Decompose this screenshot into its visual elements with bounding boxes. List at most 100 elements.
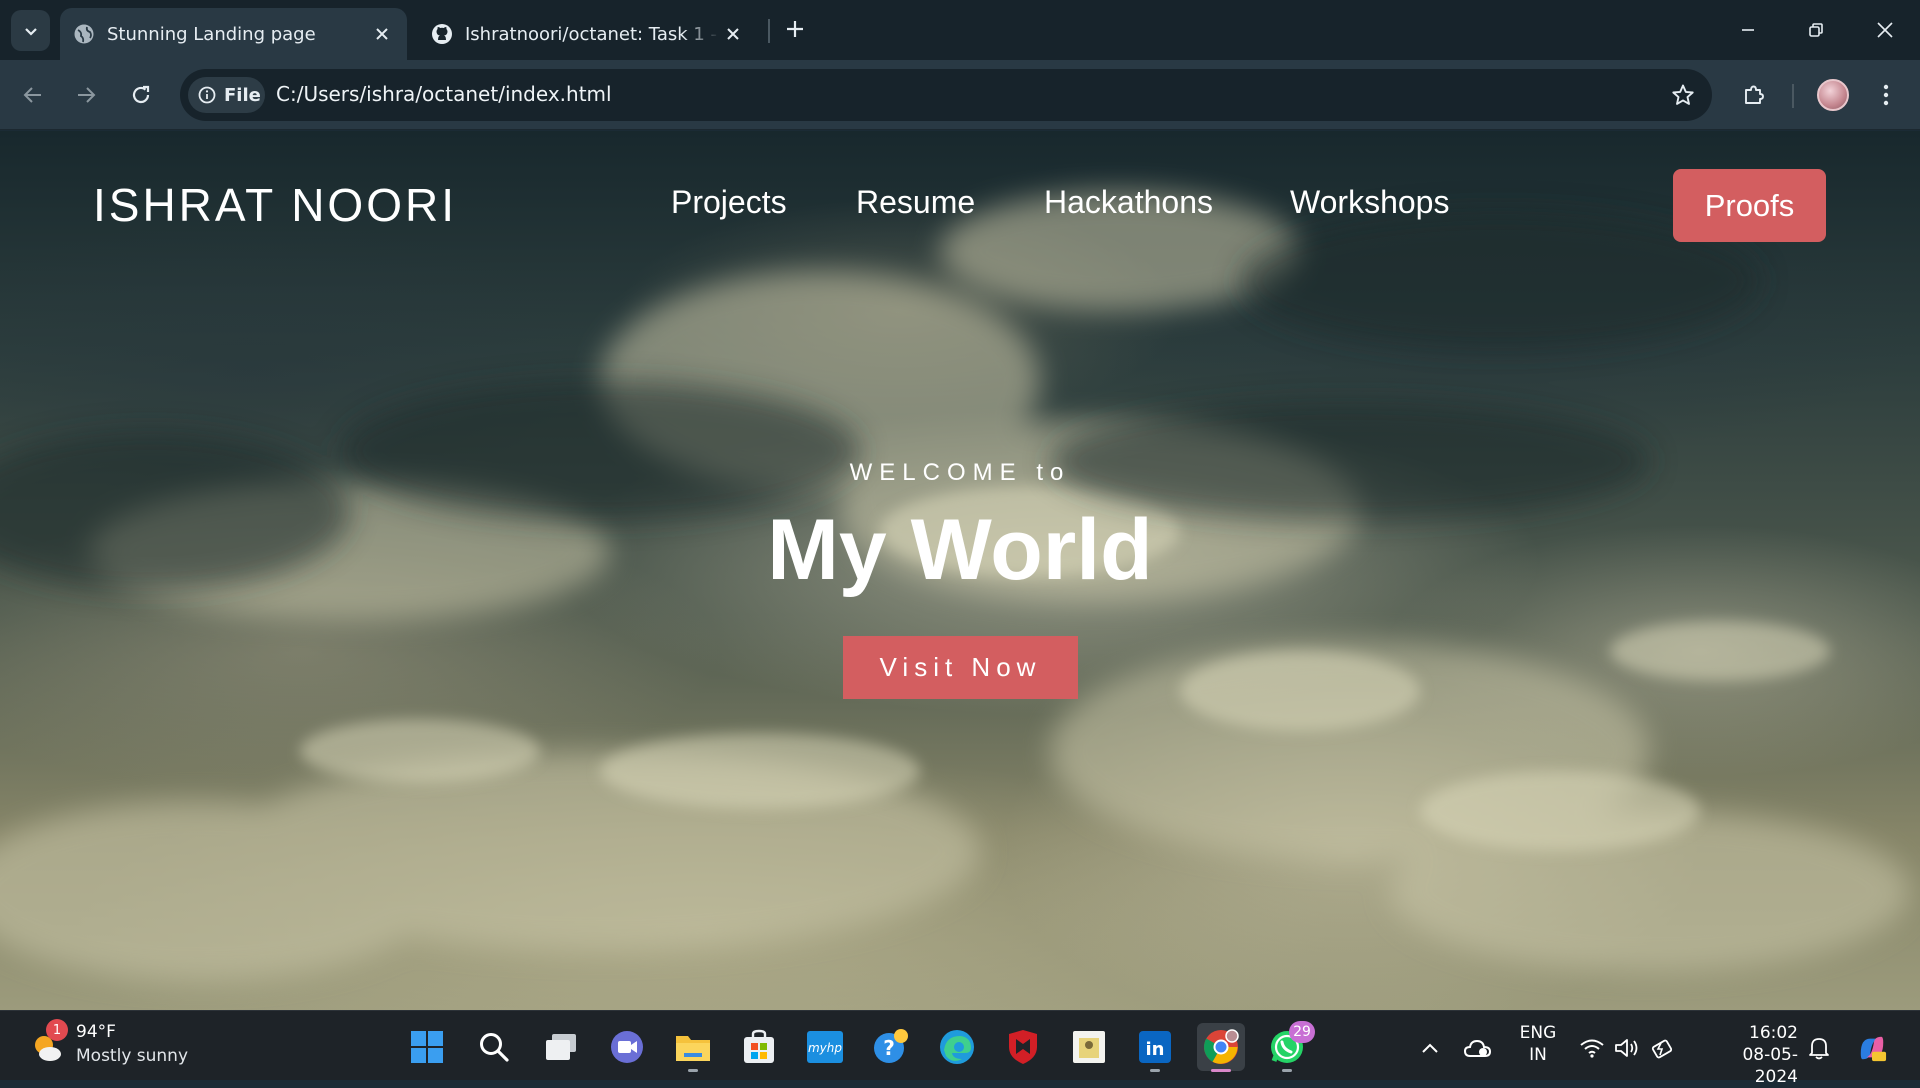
video-chat-icon [611, 1031, 643, 1063]
notifications-button[interactable] [1804, 1033, 1834, 1063]
tab-title: Ishratnoori/octanet: Task 1 - Landing pa… [465, 23, 720, 45]
folder-icon [676, 1036, 710, 1061]
copilot-button[interactable] [1857, 1033, 1887, 1063]
arrow-right-icon [78, 87, 96, 103]
active-indicator [1211, 1069, 1231, 1072]
taskbar-app-edge[interactable] [933, 1023, 981, 1071]
taskbar-app-file-explorer[interactable] [669, 1023, 717, 1072]
taskbar-app-mcafee[interactable] [999, 1023, 1047, 1071]
weather-notification-badge: 1 [46, 1019, 68, 1041]
onedrive-tray-icon[interactable] [1463, 1033, 1493, 1063]
address-bar[interactable]: File C:/Users/ishra/octanet/index.html [180, 69, 1712, 121]
close-tab-icon[interactable] [369, 21, 395, 47]
site-navbar: ISHRAT NOORI Projects Resume Hackathons … [0, 131, 1920, 271]
battery-charging-icon [1651, 1039, 1673, 1059]
url-text[interactable]: C:/Users/ishra/octanet/index.html [276, 82, 612, 106]
show-hidden-icons-button[interactable] [1415, 1033, 1445, 1063]
forward-button[interactable] [65, 74, 107, 116]
chrome-icon [1204, 1029, 1239, 1064]
taskbar-app-photos[interactable] [1065, 1023, 1113, 1071]
wifi-icon [1580, 1039, 1604, 1058]
back-button[interactable] [12, 74, 54, 116]
extensions-button[interactable] [1733, 74, 1775, 116]
task-view-button[interactable] [537, 1023, 585, 1071]
reload-button[interactable] [120, 74, 162, 116]
taskbar-app-microsoft-store[interactable] [735, 1023, 783, 1071]
site-brand-logo[interactable]: ISHRAT NOORI [93, 178, 457, 232]
wifi-tray-icon[interactable] [1577, 1033, 1607, 1063]
search-button[interactable] [470, 1023, 518, 1071]
page-viewport: ISHRAT NOORI Projects Resume Hackathons … [0, 131, 1920, 1010]
start-button[interactable] [403, 1023, 451, 1071]
reload-icon [132, 85, 150, 104]
puzzle-icon [1745, 85, 1764, 104]
photo-app-icon [1073, 1031, 1105, 1063]
tab-github-octanet[interactable]: Ishratnoori/octanet: Task 1 - Landing pa… [418, 8, 758, 60]
visit-now-button[interactable]: Visit Now [843, 636, 1078, 699]
plus-icon [787, 21, 803, 37]
input-language-indicator[interactable]: ENG IN [1518, 1022, 1558, 1066]
volume-tray-icon[interactable] [1612, 1033, 1642, 1063]
clock-time: 16:02 [1749, 1023, 1798, 1043]
svg-text:?: ? [883, 1036, 895, 1060]
running-indicator [688, 1069, 698, 1072]
windows-taskbar: 1 94°F Mostly sunny myhp ? in 29 ENG IN … [0, 1010, 1920, 1087]
whatsapp-unread-badge: 29 [1289, 1021, 1315, 1043]
browser-tab-bar: Stunning Landing page Ishratnoori/octane… [0, 0, 1920, 60]
task-view-icon [546, 1034, 576, 1060]
new-tab-button[interactable] [778, 12, 812, 46]
nav-link-resume[interactable]: Resume [856, 184, 975, 221]
nav-link-projects[interactable]: Projects [671, 184, 787, 221]
hero-title: My World [767, 502, 1153, 598]
linkedin-icon: in [1139, 1031, 1171, 1063]
minimize-icon [1742, 29, 1754, 31]
taskbar-app-meet[interactable] [603, 1023, 651, 1071]
help-icon: ? [874, 1029, 908, 1063]
store-icon [744, 1029, 774, 1063]
search-icon [480, 1033, 509, 1062]
close-tab-icon[interactable] [720, 21, 746, 47]
running-indicator [1282, 1069, 1292, 1072]
tab-title: Stunning Landing page [107, 23, 316, 45]
star-icon [1672, 84, 1694, 105]
nav-link-workshops[interactable]: Workshops [1290, 184, 1449, 221]
restore-button[interactable] [1789, 8, 1843, 52]
copilot-icon [1860, 1036, 1887, 1062]
cloud-icon [1464, 1039, 1492, 1057]
chevron-down-icon [24, 27, 37, 36]
site-info-chip[interactable]: File [188, 77, 265, 113]
running-indicator [1150, 1069, 1160, 1072]
speaker-icon [1615, 1039, 1638, 1057]
taskbar-app-myhp[interactable]: myhp [801, 1023, 849, 1071]
svg-text:myhp: myhp [808, 1041, 842, 1055]
taskbar-app-linkedin[interactable]: in [1131, 1023, 1179, 1072]
proofs-button[interactable]: Proofs [1673, 169, 1826, 242]
taskbar-app-get-help[interactable]: ? [867, 1023, 915, 1071]
browser-menu-button[interactable] [1865, 74, 1907, 116]
chevron-up-icon [1422, 1043, 1438, 1053]
arrow-left-icon [23, 87, 41, 103]
taskbar-app-whatsapp[interactable]: 29 [1263, 1021, 1315, 1072]
close-icon [1877, 22, 1893, 38]
close-window-button[interactable] [1858, 8, 1912, 52]
site-chip-label: File [224, 84, 261, 106]
tab-stunning-landing-page[interactable]: Stunning Landing page [60, 8, 407, 60]
taskbar-app-chrome[interactable] [1197, 1023, 1245, 1072]
info-icon [198, 86, 216, 104]
bookmark-star-button[interactable] [1668, 80, 1698, 110]
restore-icon [1809, 23, 1823, 37]
system-clock[interactable]: 16:02 08-05-2024 [1700, 1022, 1798, 1088]
tab-search-button[interactable] [11, 10, 50, 51]
github-icon [432, 24, 452, 44]
myhp-icon: myhp [807, 1031, 843, 1063]
battery-tray-icon[interactable] [1648, 1033, 1678, 1063]
browser-toolbar: File C:/Users/ishra/octanet/index.html [0, 60, 1920, 130]
minimize-button[interactable] [1721, 8, 1775, 52]
weather-temperature: 94°F [76, 1022, 116, 1042]
nav-link-hackathons[interactable]: Hackathons [1044, 184, 1213, 221]
bell-icon [1809, 1038, 1829, 1060]
globe-icon [74, 24, 94, 44]
profile-avatar[interactable] [1817, 79, 1849, 111]
weather-description: Mostly sunny [76, 1046, 189, 1066]
tab-divider [768, 19, 770, 43]
